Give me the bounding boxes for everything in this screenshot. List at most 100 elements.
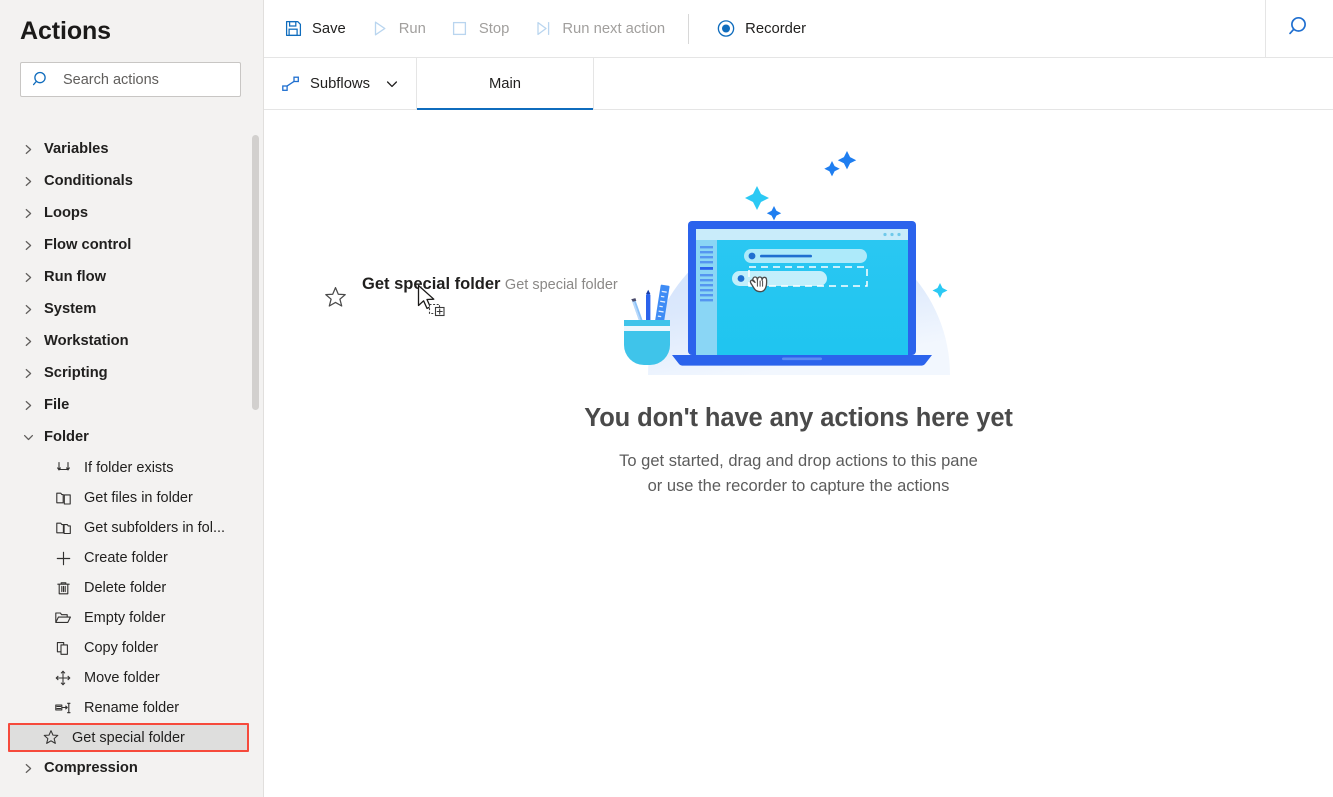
sidebar-category-system[interactable]: System: [0, 293, 263, 325]
toolbar-search-button[interactable]: [1265, 0, 1333, 58]
stop-label: Stop: [478, 20, 510, 37]
sidebar-category-label: File: [44, 397, 70, 413]
search-actions-box[interactable]: [20, 62, 241, 97]
chevron-right-icon: [20, 205, 36, 221]
chevron-right-icon: [20, 365, 36, 381]
tab-main[interactable]: Main: [417, 58, 594, 110]
chevron-right-icon: [20, 269, 36, 285]
chevron-right-icon: [20, 173, 36, 189]
sidebar-category-label: Flow control: [44, 237, 132, 253]
sidebar-category-scripting[interactable]: Scripting: [0, 357, 263, 389]
sidebar-action-create-folder[interactable]: Create folder: [0, 543, 263, 573]
open-folder-icon: [54, 609, 72, 627]
record-icon: [716, 19, 736, 39]
sidebar-category-label: Scripting: [44, 365, 108, 381]
actions-tree: Variables Conditionals Loops Flow contro…: [0, 133, 263, 797]
chevron-right-icon: [20, 333, 36, 349]
sidebar-category-variables[interactable]: Variables: [0, 133, 263, 165]
sidebar-action-label: Rename folder: [84, 700, 180, 716]
sidebar-action-if-folder-exists[interactable]: If folder exists: [0, 453, 263, 483]
chevron-down-icon: [385, 77, 399, 91]
run-label: Run: [398, 20, 426, 37]
sidebar-action-copy-folder[interactable]: Copy folder: [0, 633, 263, 663]
chevron-right-icon: [20, 237, 36, 253]
subflows-button[interactable]: Subflows: [264, 58, 417, 109]
tab-label: Main: [488, 75, 522, 92]
sidebar-category-loops[interactable]: Loops: [0, 197, 263, 229]
empty-state-subtitle: To get started, drag and drop actions to…: [619, 449, 978, 499]
sidebar-action-rename-folder[interactable]: Rename folder: [0, 693, 263, 723]
sidebar-category-run-flow[interactable]: Run flow: [0, 261, 263, 293]
stop-button[interactable]: Stop: [440, 12, 519, 46]
save-button[interactable]: Save: [273, 12, 356, 46]
sidebar-category-label: Compression: [44, 760, 138, 776]
toolbar: Save Run Stop Run next action Recorder: [264, 0, 1333, 58]
empty-state-line-2: or use the recorder to capture the actio…: [647, 477, 950, 495]
plus-icon: [54, 549, 72, 567]
sidebar-action-label: Create folder: [84, 550, 168, 566]
sidebar-category-label: Loops: [44, 205, 89, 221]
subflows-icon: [281, 74, 301, 94]
run-next-action-label: Run next action: [562, 20, 666, 37]
copy-icon: [54, 639, 72, 657]
search-input[interactable]: [63, 71, 233, 88]
sidebar-action-delete-folder[interactable]: Delete folder: [0, 573, 263, 603]
flow-canvas[interactable]: You don't have any actions here yet To g…: [264, 110, 1333, 797]
sidebar-category-flow-control[interactable]: Flow control: [0, 229, 263, 261]
power-automate-desktop-window: Actions Variables: [0, 0, 1333, 797]
sidebar-category-label: System: [44, 301, 97, 317]
step-over-icon: [533, 19, 553, 39]
sidebar-action-get-files-in-folder[interactable]: Get files in folder: [0, 483, 263, 513]
sidebar-action-label: Move folder: [84, 670, 160, 686]
recorder-button[interactable]: Recorder: [706, 12, 816, 46]
trash-icon: [54, 579, 72, 597]
chevron-right-icon: [20, 301, 36, 317]
sidebar-action-get-subfolders-in-folder[interactable]: Get subfolders in fol...: [0, 513, 263, 543]
sidebar-category-label: Run flow: [44, 269, 106, 285]
tab-bar: Subflows Main: [264, 58, 1333, 110]
chevron-down-icon: [20, 429, 36, 445]
save-label: Save: [312, 20, 346, 37]
sidebar-category-label: Variables: [44, 141, 109, 157]
chevron-right-icon: [20, 141, 36, 157]
subfolders-icon: [54, 519, 72, 537]
play-icon: [370, 19, 390, 39]
sidebar-action-label: Get subfolders in fol...: [84, 520, 226, 536]
sidebar-action-move-folder[interactable]: Move folder: [0, 663, 263, 693]
sidebar-category-label: Folder: [44, 429, 89, 445]
star-icon: [322, 284, 348, 310]
drag-ghost-item: Get special folder Get special folder: [322, 273, 618, 310]
subflows-label: Subflows: [309, 75, 371, 92]
laptop-drag-drop-illustration: [610, 113, 988, 386]
sidebar-action-get-special-folder[interactable]: Get special folder: [8, 723, 249, 752]
sidebar-scrollbar-thumb[interactable]: [252, 135, 259, 410]
sidebar-scrollbar[interactable]: [252, 133, 259, 773]
sidebar-category-workstation[interactable]: Workstation: [0, 325, 263, 357]
sidebar-category-folder[interactable]: Folder: [0, 421, 263, 453]
actions-sidebar: Actions Variables: [0, 0, 264, 797]
save-icon: [283, 19, 303, 39]
sidebar-action-label: Empty folder: [84, 610, 166, 626]
sidebar-category-file[interactable]: File: [0, 389, 263, 421]
search-icon: [1287, 14, 1312, 44]
chevron-right-icon: [20, 760, 36, 776]
sidebar-action-label: Delete folder: [84, 580, 167, 596]
sidebar-action-label: Get special folder: [72, 729, 185, 746]
star-icon: [42, 729, 60, 747]
sidebar-action-empty-folder[interactable]: Empty folder: [0, 603, 263, 633]
sidebar-category-label: Workstation: [44, 333, 129, 349]
sidebar-category-compression[interactable]: Compression: [0, 752, 263, 784]
sidebar-category-conditionals[interactable]: Conditionals: [0, 165, 263, 197]
drag-copy-cursor: [416, 284, 452, 325]
page-title: Actions: [20, 17, 111, 45]
empty-state-line-1: To get started, drag and drop actions to…: [619, 452, 978, 470]
stop-icon: [450, 19, 470, 39]
empty-state-title: You don't have any actions here yet: [584, 404, 1013, 432]
folder-files-icon: [54, 489, 72, 507]
sidebar-action-label: Get files in folder: [84, 490, 193, 506]
chevron-right-icon: [20, 397, 36, 413]
run-button[interactable]: Run: [360, 12, 436, 46]
branch-icon: [54, 459, 72, 477]
run-next-action-button[interactable]: Run next action: [523, 12, 675, 46]
move-arrows-icon: [54, 669, 72, 687]
